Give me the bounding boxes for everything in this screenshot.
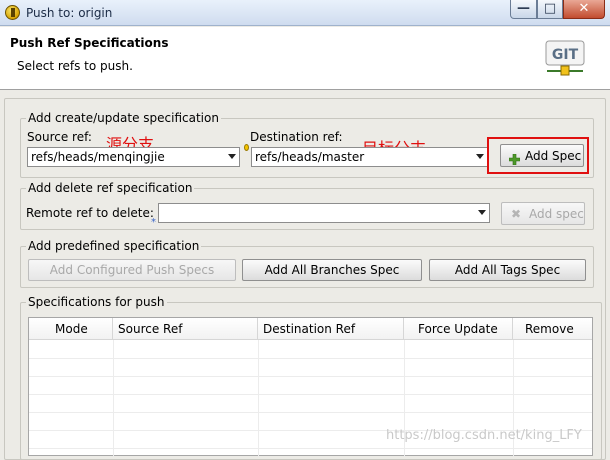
delete-group-label: Add delete ref specification xyxy=(26,181,195,195)
column-header-remove[interactable]: Remove xyxy=(513,318,592,340)
add-spec-button[interactable]: Add Spec xyxy=(500,144,584,167)
plus-icon xyxy=(508,151,521,166)
create-update-group-label: Add create/update specification xyxy=(26,111,221,125)
page-title: Push Ref Specifications xyxy=(10,36,169,50)
git-logo-text: GIT xyxy=(552,47,579,63)
destination-ref-label: Destination ref: xyxy=(250,130,343,144)
window-title: Push to: origin xyxy=(26,6,113,20)
add-configured-push-specs-button[interactable]: Add Configured Push Specs xyxy=(28,259,236,281)
required-marker-icon: * xyxy=(151,217,156,228)
close-icon: ✕ xyxy=(578,1,590,16)
eclipse-app-icon xyxy=(5,5,20,20)
add-delete-spec-label: Add spec xyxy=(529,207,584,221)
source-ref-label: Source ref: xyxy=(27,130,92,144)
minimize-button[interactable]: — xyxy=(510,0,537,19)
add-delete-spec-button[interactable]: ✖ Add spec xyxy=(501,202,585,225)
add-spec-label: Add Spec xyxy=(525,149,582,163)
remote-ref-combo[interactable] xyxy=(158,203,490,223)
source-ref-value: refs/heads/menqingjie xyxy=(31,150,165,164)
specs-group-label: Specifications for push xyxy=(26,295,167,309)
source-ref-combo[interactable]: refs/heads/menqingjie xyxy=(27,147,240,167)
watermark-text: https://blog.csdn.net/king_LFY xyxy=(386,428,582,443)
column-header-force-update[interactable]: Force Update xyxy=(404,318,513,340)
dropdown-arrow-icon xyxy=(228,154,236,159)
minimize-icon: — xyxy=(517,1,530,16)
table-column-divider xyxy=(258,340,259,457)
table-column-divider xyxy=(113,340,114,457)
column-header-destination-ref[interactable]: Destination Ref xyxy=(258,318,404,340)
predefined-group-label: Add predefined specification xyxy=(26,239,202,253)
close-button[interactable]: ✕ xyxy=(563,0,605,19)
page-subtitle: Select refs to push. xyxy=(17,59,133,73)
destination-ref-value: refs/heads/master xyxy=(255,150,365,164)
content-assist-bulb-icon xyxy=(244,144,249,151)
add-all-branches-spec-button[interactable]: Add All Branches Spec xyxy=(242,259,422,281)
destination-ref-combo[interactable]: refs/heads/master xyxy=(251,147,488,167)
delete-x-icon: ✖ xyxy=(511,207,522,221)
column-header-mode[interactable]: Mode xyxy=(29,318,113,340)
add-all-tags-spec-button[interactable]: Add All Tags Spec xyxy=(429,259,586,281)
dropdown-arrow-icon xyxy=(476,154,484,159)
maximize-button[interactable]: □ xyxy=(537,0,563,19)
remote-ref-label: Remote ref to delete: xyxy=(26,206,154,220)
maximize-icon: □ xyxy=(543,1,557,16)
column-header-source-ref[interactable]: Source Ref xyxy=(113,318,258,340)
dropdown-arrow-icon xyxy=(478,210,486,215)
git-logo-icon: GIT xyxy=(545,40,585,76)
